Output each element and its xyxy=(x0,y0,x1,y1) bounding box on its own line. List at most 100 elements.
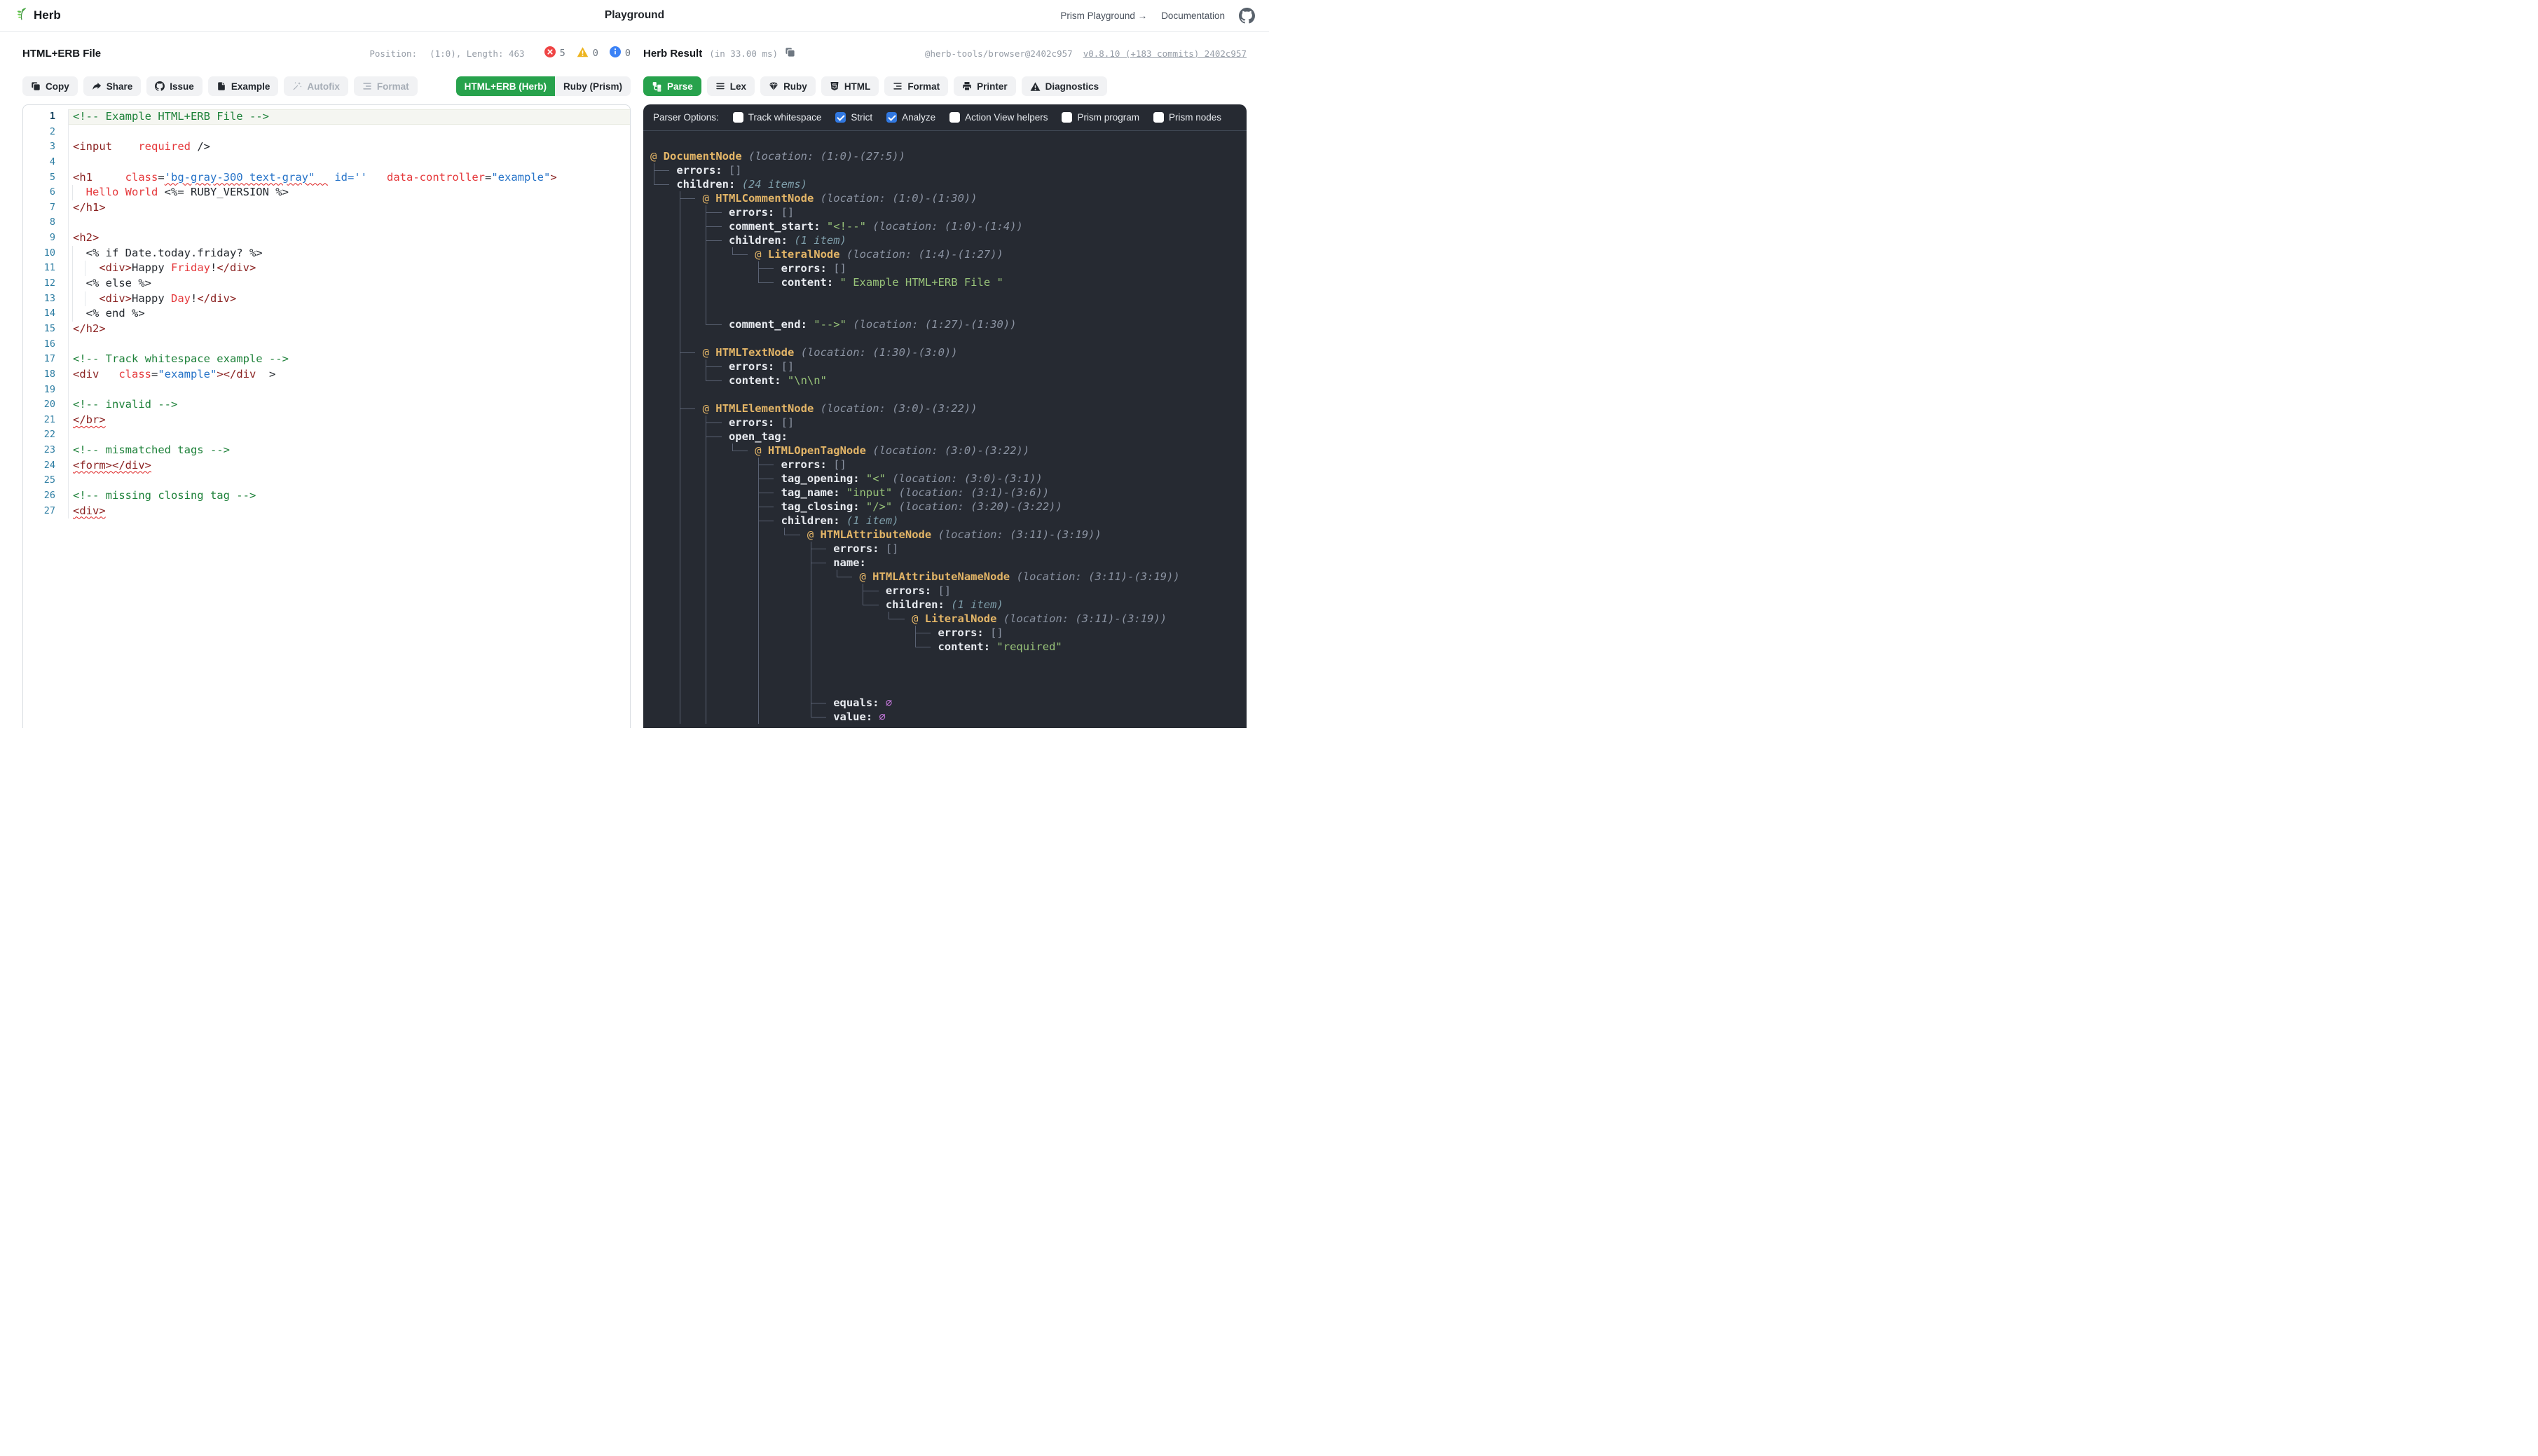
version-link[interactable]: v0.8.10 (+183 commits) 2402c957 xyxy=(1083,48,1247,59)
editor-line[interactable]: 27<div> xyxy=(23,504,630,519)
editor-line[interactable]: 13 <div>Happy Day!</div> xyxy=(23,291,630,307)
github-link[interactable] xyxy=(1239,8,1255,24)
option-prism-program[interactable]: Prism program xyxy=(1062,112,1139,123)
tree-indent xyxy=(781,598,807,612)
editor-line[interactable]: 7</h1> xyxy=(23,200,630,216)
editor-line[interactable]: 11 <div>Happy Friday!</div> xyxy=(23,261,630,276)
editor-line[interactable]: 17<!-- Track whitespace example --> xyxy=(23,352,630,367)
tree-token: @ xyxy=(650,150,664,163)
editor-line[interactable]: 12 <% else %> xyxy=(23,276,630,291)
tree-guide xyxy=(676,710,702,724)
editor-line[interactable]: 20<!-- invalid --> xyxy=(23,397,630,413)
line-content: <!-- Example HTML+ERB File --> xyxy=(68,109,630,125)
editor-line[interactable]: 22 xyxy=(23,427,630,443)
documentation-link[interactable]: Documentation xyxy=(1161,11,1225,21)
editor-line[interactable]: 26<!-- missing closing tag --> xyxy=(23,488,630,504)
ruby-button[interactable]: Ruby xyxy=(760,76,816,96)
editor-line[interactable]: 4 xyxy=(23,155,630,170)
prism-playground-link[interactable]: Prism Playground → xyxy=(1060,11,1147,21)
tree-token: content: xyxy=(729,374,781,387)
tree-guide xyxy=(703,233,729,247)
editor-line[interactable]: 3<input required /> xyxy=(23,139,630,155)
code-token: "example" xyxy=(491,171,550,184)
editor-line[interactable]: 19 xyxy=(23,383,630,398)
tree-guide xyxy=(912,626,938,640)
herb-logo[interactable]: Herb xyxy=(14,6,61,25)
option-prism-nodes[interactable]: Prism nodes xyxy=(1153,112,1221,123)
checkbox[interactable] xyxy=(949,112,960,123)
mode-html-erb-herb[interactable]: HTML+ERB (Herb) xyxy=(456,76,555,96)
editor-line[interactable]: 16 xyxy=(23,337,630,352)
line-number: 22 xyxy=(23,427,68,443)
printer-button[interactable]: Printer xyxy=(954,76,1016,96)
tree-guide xyxy=(807,682,833,696)
editor-line[interactable]: 24<form></div> xyxy=(23,458,630,474)
tree-guide xyxy=(729,444,755,458)
copy-button[interactable]: Copy xyxy=(22,76,78,96)
editor-line[interactable]: 9<h2> xyxy=(23,231,630,246)
tree-token: HTMLTextNode xyxy=(715,346,794,359)
tree-token: [] xyxy=(984,626,1003,639)
tree-indent xyxy=(729,500,755,514)
autofix-button[interactable]: Autofix xyxy=(284,76,348,96)
editor-line[interactable]: 15</h2> xyxy=(23,322,630,337)
editor-line[interactable]: 10 <% if Date.today.friday? %> xyxy=(23,246,630,261)
editor-line[interactable]: 25 xyxy=(23,473,630,488)
tree-indent xyxy=(729,542,755,556)
lex-button[interactable]: Lex xyxy=(707,76,755,96)
format-button[interactable]: Format xyxy=(354,76,418,96)
html-button[interactable]: HTML xyxy=(821,76,879,96)
mode-ruby-prism[interactable]: Ruby (Prism) xyxy=(555,76,631,96)
editor-line[interactable]: 23<!-- mismatched tags --> xyxy=(23,443,630,458)
tree-token: "required" xyxy=(990,640,1062,653)
example-button[interactable]: Example xyxy=(208,76,279,96)
editor-line[interactable]: 5<h1 class='bg-gray-300 text-gray" id=''… xyxy=(23,170,630,186)
tree-indent xyxy=(729,570,755,584)
editor-line[interactable]: 6 Hello World <%= RUBY_VERSION %> xyxy=(23,185,630,200)
code-editor[interactable]: 1<!-- Example HTML+ERB File -->23<input … xyxy=(22,104,631,728)
line-number: 10 xyxy=(23,246,68,261)
tree-indent xyxy=(833,612,859,626)
option-analyze[interactable]: Analyze xyxy=(886,112,935,123)
tree-indent xyxy=(729,612,755,626)
diagnostics-button[interactable]: Diagnostics xyxy=(1022,76,1108,96)
tree-token: open_tag: xyxy=(729,430,788,443)
checkbox[interactable] xyxy=(1062,112,1072,123)
checkbox[interactable] xyxy=(886,112,897,123)
herb-logo-icon xyxy=(14,6,29,25)
issue-button[interactable]: Issue xyxy=(146,76,203,96)
checkbox[interactable] xyxy=(733,112,743,123)
tree-guide xyxy=(807,640,833,654)
option-action-view-helpers[interactable]: Action View helpers xyxy=(949,112,1048,123)
option-track-whitespace[interactable]: Track whitespace xyxy=(733,112,822,123)
code-token: </h2> xyxy=(73,322,106,335)
editor-line[interactable]: 8 xyxy=(23,215,630,231)
code-token xyxy=(367,171,387,184)
parse-button[interactable]: Parse xyxy=(643,76,701,96)
editor-line[interactable]: 1<!-- Example HTML+ERB File --> xyxy=(23,109,630,125)
option-label: Strict xyxy=(851,112,872,123)
checkbox[interactable] xyxy=(1153,112,1164,123)
editor-line[interactable]: 14 <% end %> xyxy=(23,306,630,322)
tree-guide xyxy=(703,668,729,682)
editor-line[interactable]: 2 xyxy=(23,125,630,140)
editor-line[interactable]: 21</br> xyxy=(23,413,630,428)
format-button[interactable]: Format xyxy=(884,76,948,96)
checkbox[interactable] xyxy=(835,112,846,123)
tree-guide xyxy=(676,289,702,303)
ast-tree-output[interactable]: @ DocumentNode (location: (1:0)-(27:5))e… xyxy=(643,131,1247,728)
option-strict[interactable]: Strict xyxy=(835,112,872,123)
option-label: Action View helpers xyxy=(965,112,1048,123)
share-button[interactable]: Share xyxy=(83,76,142,96)
tree-guide xyxy=(703,415,729,430)
code-token: </div> xyxy=(217,261,256,274)
tree-token: equals: xyxy=(833,696,879,709)
tree-token: (1 item) xyxy=(788,234,846,247)
tree-indent xyxy=(650,500,676,514)
button-label: Format xyxy=(907,81,940,92)
editor-line[interactable]: 18<div class="example"></div > xyxy=(23,367,630,383)
copy-result-button[interactable] xyxy=(785,47,795,60)
tree-indent xyxy=(650,556,676,570)
tree-indent xyxy=(650,275,676,289)
tree-guide xyxy=(703,500,729,514)
